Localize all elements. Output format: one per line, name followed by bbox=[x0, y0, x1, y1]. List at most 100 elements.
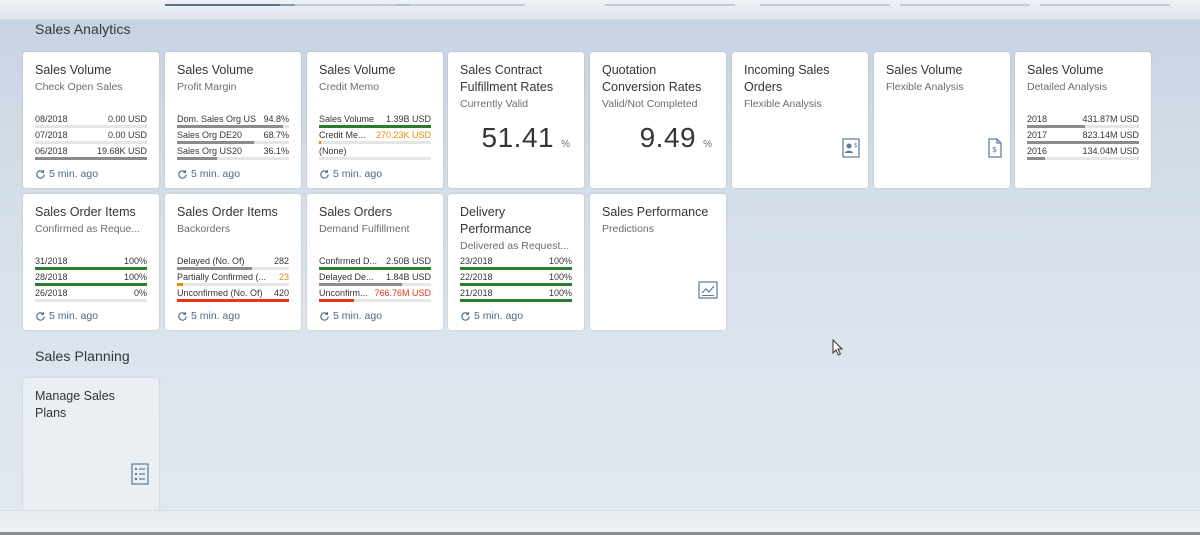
tile-order-items-backorders[interactable]: Sales Order Items Backorders Delayed (No… bbox=[165, 194, 301, 330]
tile-check-open-sales[interactable]: Sales Volume Check Open Sales 08/2018 0.0… bbox=[23, 52, 159, 188]
tile-refresh-status: 5 min. ago bbox=[35, 168, 98, 180]
tile-row: 2016 134.04M USD bbox=[1027, 145, 1139, 161]
tile-row: 2018 431.87M USD bbox=[1027, 113, 1139, 129]
tile-refresh-status: 5 min. ago bbox=[177, 310, 240, 322]
tile-title: Sales Order Items bbox=[177, 205, 278, 219]
tab[interactable] bbox=[395, 0, 525, 6]
tab[interactable] bbox=[1040, 0, 1170, 6]
tile-subtitle: Delivered as Request... bbox=[460, 240, 570, 252]
tile-subtitle: Currently Valid bbox=[460, 98, 529, 110]
tile-subtitle: Flexible Analysis bbox=[744, 98, 822, 110]
tile-row: (None) bbox=[319, 145, 431, 161]
tile-row: 2017 823.14M USD bbox=[1027, 129, 1139, 145]
tile-sales-performance[interactable]: Sales Performance Predictions bbox=[590, 194, 726, 330]
tile-subtitle: Profit Margin bbox=[177, 81, 237, 93]
tile-row: Unconfirmed (No. Of) 420 bbox=[177, 287, 289, 303]
tile-row: Sales Org DE20 68.7% bbox=[177, 129, 289, 145]
tile-subtitle: Detailed Analysis bbox=[1027, 81, 1107, 93]
tile-subtitle: Backorders bbox=[177, 223, 231, 235]
tile-subtitle: Demand Fulfillment bbox=[319, 223, 410, 235]
tile-subtitle: Flexible Analysis bbox=[886, 81, 964, 93]
tile-rows: 2018 431.87M USD 2017 823.14M USD 2016 134.… bbox=[1027, 113, 1139, 161]
tile-title: Incoming Sales Orders bbox=[744, 63, 830, 94]
svg-text:$: $ bbox=[992, 145, 997, 154]
tile-row: 08/2018 0.00 USD bbox=[35, 113, 147, 129]
tile-title: Sales Performance bbox=[602, 205, 709, 219]
kpi-value: 9.49 % bbox=[639, 122, 712, 153]
tile-profit-margin[interactable]: Sales Volume Profit Margin Dom. Sales Or… bbox=[165, 52, 301, 188]
svg-text:$: $ bbox=[854, 142, 858, 149]
mouse-cursor-icon bbox=[832, 339, 843, 356]
tile-manage-sales-plans[interactable]: Manage Sales Plans bbox=[23, 378, 159, 510]
tab-active[interactable] bbox=[165, 0, 295, 6]
tile-row: 22/2018 100% bbox=[460, 271, 572, 287]
tile-row: Delayed De... 1.84B USD bbox=[319, 271, 431, 287]
tile-rows: Delayed (No. Of) 282 Partially Confirmed … bbox=[177, 255, 289, 303]
tile-title: Sales Volume bbox=[35, 63, 112, 77]
tile-rows: 23/2018 100% 22/2018 100% 21/2018 100% bbox=[460, 255, 572, 303]
tile-row: 21/2018 100% bbox=[460, 287, 572, 303]
tile-rows: 31/2018 100% 28/2018 100% 26/2018 0% bbox=[35, 255, 147, 303]
kpi-value: 51.41 % bbox=[481, 122, 570, 153]
tile-row: Confirmed D... 2.50B USD bbox=[319, 255, 431, 271]
section-title-sales-planning: Sales Planning bbox=[35, 348, 130, 364]
tile-subtitle: Credit Memo bbox=[319, 81, 380, 93]
tile-title: Sales Volume bbox=[319, 63, 396, 77]
tab[interactable] bbox=[900, 0, 1030, 6]
tile-title: Delivery Performance bbox=[460, 205, 532, 236]
tile-refresh-status: 5 min. ago bbox=[319, 168, 382, 180]
tile-row: Dom. Sales Org US 94.8% bbox=[177, 113, 289, 129]
tile-refresh-status: 5 min. ago bbox=[460, 310, 523, 322]
tile-title: Sales Orders bbox=[319, 205, 392, 219]
refresh-icon bbox=[320, 311, 329, 321]
tile-refresh-status: 5 min. ago bbox=[177, 168, 240, 180]
tile-row: Credit Me... 270.23K USD bbox=[319, 129, 431, 145]
tile-row: 28/2018 100% bbox=[35, 271, 147, 287]
tile-row: 23/2018 100% bbox=[460, 255, 572, 271]
tab[interactable] bbox=[280, 0, 410, 6]
tab[interactable] bbox=[760, 0, 890, 6]
tile-delivery-performance[interactable]: Delivery Performance Delivered as Reques… bbox=[448, 194, 584, 330]
section-title-sales-analytics: Sales Analytics bbox=[35, 21, 131, 37]
tile-row: 26/2018 0% bbox=[35, 287, 147, 303]
tile-title: Sales Volume bbox=[1027, 63, 1104, 77]
tile-row: 06/2018 19.68K USD bbox=[35, 145, 147, 161]
list-icon bbox=[131, 463, 149, 485]
tile-order-items-confirmed[interactable]: Sales Order Items Confirmed as Reque... … bbox=[23, 194, 159, 330]
tile-title: Manage Sales Plans bbox=[35, 389, 115, 420]
user-report-icon: $ bbox=[842, 138, 860, 158]
refresh-icon bbox=[461, 311, 470, 321]
tile-title: Quotation Conversion Rates bbox=[602, 63, 702, 94]
chart-report-icon bbox=[698, 281, 718, 299]
tile-row: Delayed (No. Of) 282 bbox=[177, 255, 289, 271]
tile-flexible-analysis[interactable]: Sales Volume Flexible Analysis $ bbox=[874, 52, 1010, 188]
tile-detailed-analysis[interactable]: Sales Volume Detailed Analysis 2018 431.8… bbox=[1015, 52, 1151, 188]
tile-rows: Dom. Sales Org US 94.8% Sales Org DE20 68.… bbox=[177, 113, 289, 161]
tile-subtitle: Valid/Not Completed bbox=[602, 98, 698, 110]
tile-contract-fulfillment[interactable]: Sales Contract Fulfillment Rates Current… bbox=[448, 52, 584, 188]
refresh-icon bbox=[320, 169, 329, 179]
tile-refresh-status: 5 min. ago bbox=[319, 310, 382, 322]
tile-row: Unconfirm... 766.76M USD bbox=[319, 287, 431, 303]
tab[interactable] bbox=[605, 0, 735, 6]
bottom-bar bbox=[0, 510, 1200, 535]
tile-credit-memo[interactable]: Sales Volume Credit Memo Sales Volume 1.3… bbox=[307, 52, 443, 188]
refresh-icon bbox=[178, 311, 187, 321]
tile-row: Sales Volume 1.39B USD bbox=[319, 113, 431, 129]
tile-subtitle: Confirmed as Reque... bbox=[35, 223, 141, 235]
refresh-icon bbox=[36, 311, 45, 321]
tile-row: 07/2018 0.00 USD bbox=[35, 129, 147, 145]
tile-incoming-orders[interactable]: Incoming Sales Orders Flexible Analysis … bbox=[732, 52, 868, 188]
tile-quotation-conversion[interactable]: Quotation Conversion Rates Valid/Not Com… bbox=[590, 52, 726, 188]
tile-subtitle: Check Open Sales bbox=[35, 81, 123, 93]
tile-demand-fulfillment[interactable]: Sales Orders Demand Fulfillment Confirme… bbox=[307, 194, 443, 330]
tile-row: Sales Org US20 36.1% bbox=[177, 145, 289, 161]
tile-row: 31/2018 100% bbox=[35, 255, 147, 271]
tile-rows: Confirmed D... 2.50B USD Delayed De... 1.8… bbox=[319, 255, 431, 303]
refresh-icon bbox=[36, 169, 45, 179]
tile-title: Sales Volume bbox=[177, 63, 254, 77]
tile-rows: Sales Volume 1.39B USD Credit Me... 270.23… bbox=[319, 113, 431, 161]
refresh-icon bbox=[178, 169, 187, 179]
tile-row: Partially Confirmed (... 23 bbox=[177, 271, 289, 287]
tile-rows: 08/2018 0.00 USD 07/2018 0.00 USD 06/2018 1… bbox=[35, 113, 147, 161]
